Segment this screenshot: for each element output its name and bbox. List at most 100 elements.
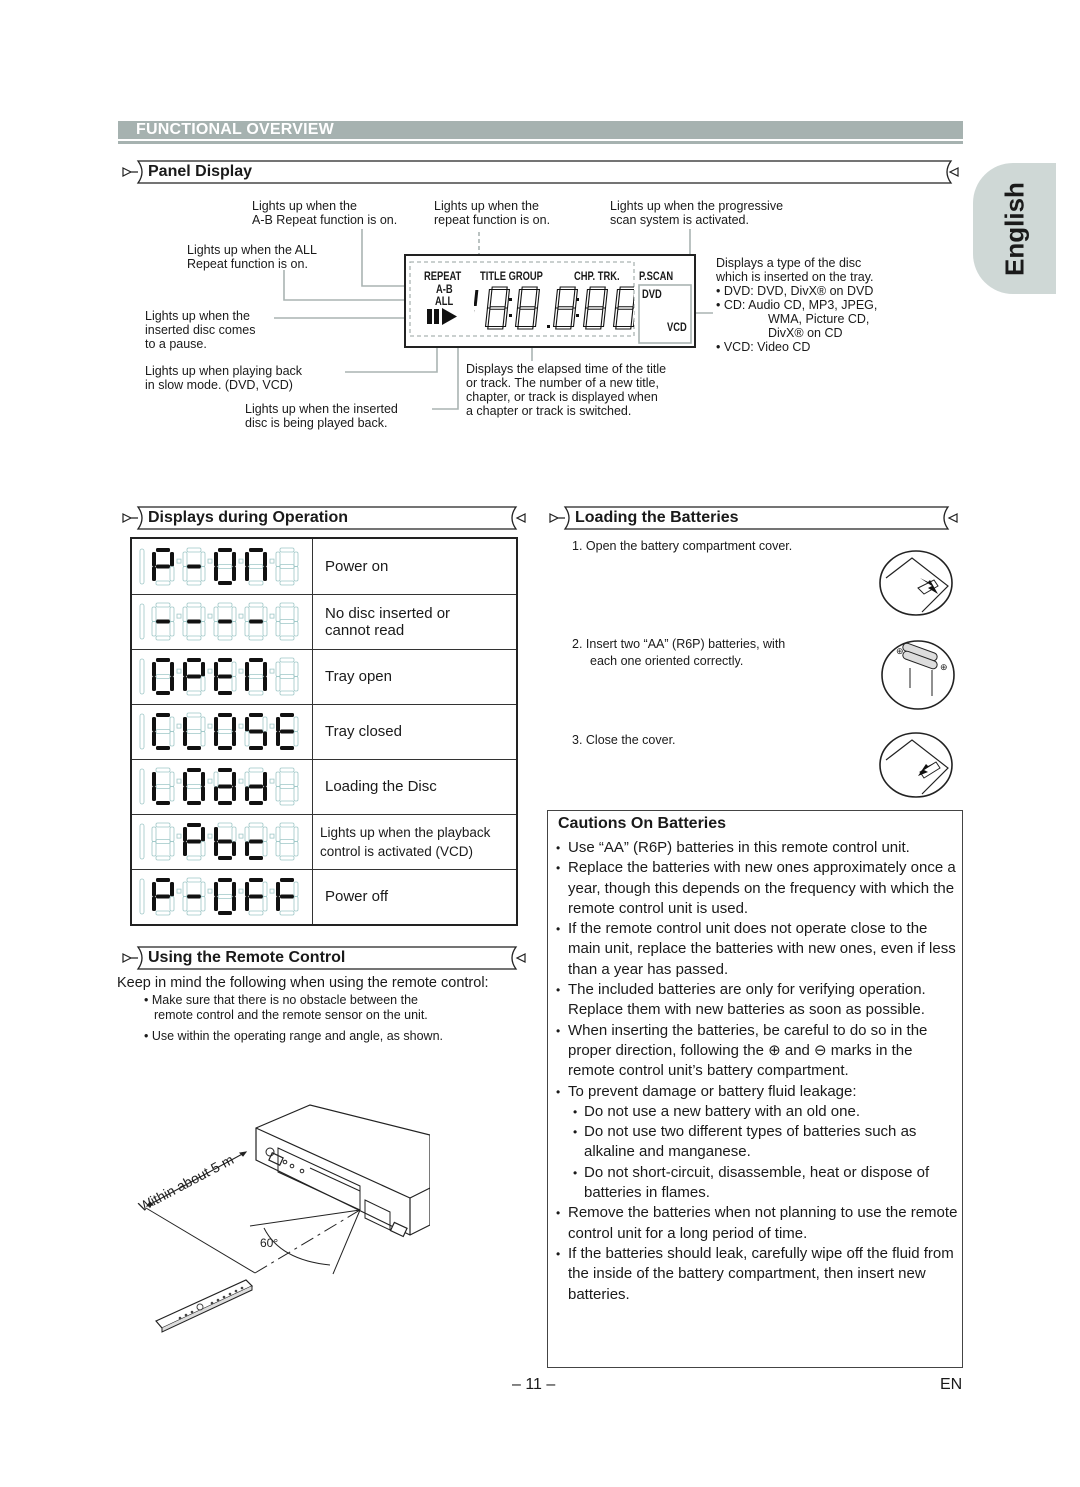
cautions-box: Cautions On Batteries Use “AA” (R6P) bat… [547, 810, 963, 1368]
lcd-colon [509, 314, 512, 317]
segment-digit [152, 548, 175, 586]
description-line: Lights up when the playback [320, 824, 491, 840]
remote-control-heading: Using the Remote Control [118, 946, 528, 970]
description-line: No disc inserted or [325, 604, 451, 622]
description-line: Loading the Disc [325, 778, 437, 795]
description-line: Power off [325, 888, 389, 905]
segment-digit [244, 713, 268, 750]
displays-operation-title: Displays during Operation [148, 509, 349, 526]
lcd-pause-play [427, 308, 457, 325]
caution-bullet: Remove the batteries when not planning t… [556, 1203, 960, 1244]
caution-bullet: If the remote control unit does not oper… [556, 919, 960, 980]
segment-digit [245, 658, 267, 696]
segment-digit [275, 767, 299, 806]
caution-bullet: The included batteries are only for veri… [556, 980, 960, 1021]
close-cover-icon [879, 732, 953, 798]
segment-digit [245, 878, 268, 916]
battery-step-1: 1. Open the battery compartment cover. [572, 538, 792, 555]
distance-label: Within about 5 m [136, 1151, 236, 1214]
display-description: Power off [325, 888, 388, 905]
segment-digit [275, 822, 299, 861]
segment-digit [214, 713, 236, 750]
caution-sub-bullet: Do not short-circuit, disassemble, heat … [556, 1163, 960, 1204]
description-line: control is activated (VCD) [320, 843, 474, 859]
seven-segment-display [139, 822, 299, 861]
remote-bullet-line: • Use within the operating range and ang… [144, 1029, 444, 1043]
step-line: 2. Insert two “AA” (R6P) batteries, with [572, 637, 786, 651]
display-description: No disc inserted or cannot read [325, 605, 450, 639]
segment-digit [214, 548, 236, 585]
remote-bullet-line: • Make sure that there is no obstacle be… [144, 993, 418, 1007]
display-row: No disc inserted or cannot read [132, 594, 516, 650]
seven-segment-display [139, 602, 299, 641]
display-description: Loading the Disc [325, 778, 437, 795]
display-description: Power on [325, 558, 388, 575]
description-line: Power on [325, 558, 389, 575]
seven-segment-display [139, 877, 299, 916]
language-code: EN [940, 1376, 963, 1393]
lcd-digits [474, 286, 634, 330]
display-segment-cell [132, 814, 313, 869]
lcd-vcd-label: VCD [667, 320, 687, 334]
display-segment-cell [132, 704, 313, 759]
lcd-colon [509, 298, 512, 301]
display-segment-cell [132, 539, 313, 594]
segment-digit [182, 602, 206, 641]
lcd-repeat-label: REPEAT [424, 269, 462, 283]
segment-digit [183, 823, 206, 861]
displays-table: Power on No disc inserted or cannot read Tr… [130, 537, 518, 926]
description-line: Tray closed [325, 723, 402, 740]
display-row: Loading the Disc [132, 759, 516, 815]
caution-bullet: To prevent damage or battery fluid leaka… [556, 1082, 960, 1103]
display-segment-cell [132, 649, 313, 704]
segment-digit [183, 768, 205, 805]
segment-digit [214, 658, 237, 695]
open-cover-icon [879, 550, 953, 616]
callout-leader-lines [274, 229, 713, 410]
description-line: cannot read [325, 621, 405, 639]
insert-batteries-icon: ⊕⊕ [881, 640, 955, 710]
caution-bullet: If the batteries should leak, carefully … [556, 1244, 960, 1305]
angle-label: 60° [260, 1236, 278, 1250]
segment-digit [275, 602, 299, 641]
remote-bullet: • Use within the operating range and ang… [144, 1029, 443, 1044]
segment-digit [151, 602, 175, 641]
lcd-colon [576, 298, 579, 301]
segment-digit [213, 602, 237, 641]
loading-batteries-title: Loading the Batteries [575, 509, 739, 526]
segment-digit [151, 822, 175, 861]
segment-digit [182, 877, 206, 916]
lcd-digit [484, 286, 511, 330]
display-row: Tray closed [132, 704, 516, 760]
step-line: 1. Open the battery compartment cover. [572, 539, 793, 553]
caution-bullet: Use “AA” (R6P) batteries in this remote … [556, 838, 960, 859]
remote-control-icon [155, 1279, 254, 1333]
lcd-colon [547, 325, 550, 328]
displays-operation-heading: Displays during Operation [118, 506, 528, 530]
seven-segment-display [139, 712, 299, 750]
page-number: – 11 – [512, 1376, 556, 1393]
display-segment-cell [132, 594, 313, 649]
remote-bullet-line: remote control and the remote sensor on … [154, 1008, 428, 1022]
lcd-title-group-label: TITLE GROUP [480, 269, 543, 283]
segment-digit [244, 822, 268, 860]
segment-digit [182, 547, 206, 586]
segment-digit [244, 602, 268, 641]
remote-range-diagram: 60° Within about 5 m [136, 1104, 430, 1333]
display-segment-cell [132, 759, 313, 814]
segment-digit [214, 822, 237, 860]
segment-digit [152, 878, 175, 916]
segment-digit [183, 658, 206, 696]
segment-digit [276, 878, 299, 916]
caution-sub-bullet: Do not use two different types of batter… [556, 1122, 960, 1163]
display-row: Power off [132, 869, 516, 924]
segment-digit [275, 657, 299, 696]
remote-control-title: Using the Remote Control [148, 949, 346, 966]
segment-digit [276, 713, 299, 750]
lcd-digit [552, 286, 579, 330]
step-line: 3. Close the cover. [572, 733, 676, 747]
seven-segment-display [139, 657, 299, 696]
segment-digit [152, 767, 175, 805]
display-segment-cell [132, 869, 313, 924]
play-icon [442, 308, 457, 325]
